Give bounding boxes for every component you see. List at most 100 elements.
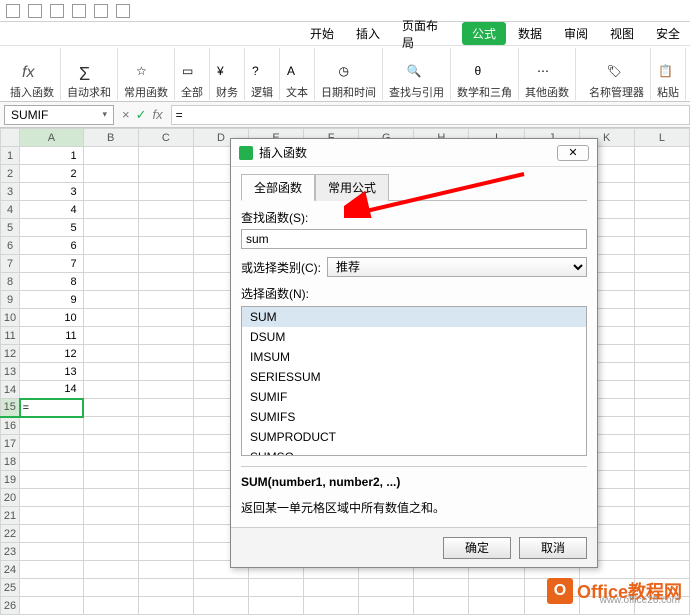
cell[interactable]: [83, 363, 138, 381]
cell[interactable]: 1: [20, 147, 84, 165]
row-header[interactable]: 16: [1, 417, 20, 435]
cell[interactable]: [138, 507, 193, 525]
cell[interactable]: [414, 579, 469, 597]
cell[interactable]: [138, 219, 193, 237]
cell[interactable]: [83, 417, 138, 435]
cell[interactable]: 10: [20, 309, 84, 327]
cell[interactable]: [249, 597, 304, 615]
row-header[interactable]: 22: [1, 525, 20, 543]
ribbon-insert-function[interactable]: fx插入函数: [4, 48, 61, 100]
row-header[interactable]: 9: [1, 291, 20, 309]
qat-icon[interactable]: [50, 4, 64, 18]
cell[interactable]: [83, 507, 138, 525]
ribbon-datetime[interactable]: ◷日期和时间: [315, 48, 383, 100]
ok-button[interactable]: 确定: [443, 537, 511, 559]
row-header[interactable]: 14: [1, 381, 20, 399]
ribbon-all[interactable]: ▭全部: [175, 48, 210, 100]
cell[interactable]: [634, 291, 689, 309]
cell[interactable]: 11: [20, 327, 84, 345]
cell[interactable]: [634, 255, 689, 273]
cell[interactable]: [138, 345, 193, 363]
ribbon-autosum[interactable]: Σ自动求和: [61, 48, 118, 100]
row-header[interactable]: 15: [1, 399, 20, 417]
cell[interactable]: 5: [20, 219, 84, 237]
cell[interactable]: [83, 309, 138, 327]
cell[interactable]: [304, 579, 359, 597]
menu-data[interactable]: 数据: [508, 22, 552, 45]
row-header[interactable]: 19: [1, 471, 20, 489]
cell[interactable]: [634, 453, 689, 471]
cell[interactable]: [138, 147, 193, 165]
cell[interactable]: [634, 219, 689, 237]
cell[interactable]: [634, 345, 689, 363]
menu-insert[interactable]: 插入: [346, 22, 390, 45]
row-header[interactable]: 21: [1, 507, 20, 525]
cell[interactable]: [20, 561, 84, 579]
cell[interactable]: [634, 237, 689, 255]
cell[interactable]: [634, 363, 689, 381]
cell[interactable]: [138, 291, 193, 309]
cell[interactable]: =: [20, 399, 84, 417]
ribbon-other[interactable]: ⋯其他函数: [519, 48, 576, 100]
close-button[interactable]: ✕: [557, 145, 589, 161]
column-header[interactable]: B: [83, 129, 138, 147]
cell[interactable]: [83, 201, 138, 219]
function-list-item[interactable]: SERIESSUM: [242, 367, 586, 387]
cell[interactable]: [138, 399, 193, 417]
cell[interactable]: 9: [20, 291, 84, 309]
ribbon-financial[interactable]: ¥财务: [210, 48, 245, 100]
row-header[interactable]: 20: [1, 489, 20, 507]
cell[interactable]: [83, 579, 138, 597]
cell[interactable]: [83, 183, 138, 201]
ribbon-text[interactable]: A文本: [280, 48, 315, 100]
cell[interactable]: 14: [20, 381, 84, 399]
cell[interactable]: [469, 597, 524, 615]
cell[interactable]: [138, 489, 193, 507]
cell[interactable]: [83, 525, 138, 543]
function-list-item[interactable]: SUM: [242, 307, 586, 327]
cell[interactable]: 8: [20, 273, 84, 291]
cell[interactable]: [83, 381, 138, 399]
cell[interactable]: 12: [20, 345, 84, 363]
ribbon-lookup[interactable]: 🔍查找与引用: [383, 48, 451, 100]
ribbon-name-manager[interactable]: 🏷名称管理器: [583, 48, 651, 100]
function-list-item[interactable]: SUMIF: [242, 387, 586, 407]
accept-icon[interactable]: ✓: [136, 107, 147, 123]
cell[interactable]: [193, 597, 248, 615]
qat-icon[interactable]: [116, 4, 130, 18]
row-header[interactable]: 24: [1, 561, 20, 579]
cell[interactable]: 3: [20, 183, 84, 201]
cell[interactable]: [20, 453, 84, 471]
row-header[interactable]: 18: [1, 453, 20, 471]
fx-icon[interactable]: fx: [153, 107, 163, 123]
chevron-down-icon[interactable]: ▾: [102, 109, 107, 120]
row-header[interactable]: 6: [1, 237, 20, 255]
cell[interactable]: [634, 201, 689, 219]
ribbon-math[interactable]: θ数学和三角: [451, 48, 519, 100]
cell[interactable]: [193, 579, 248, 597]
qat-icon[interactable]: [6, 4, 20, 18]
cell[interactable]: [138, 525, 193, 543]
cell[interactable]: [83, 327, 138, 345]
cell[interactable]: [83, 255, 138, 273]
menu-security[interactable]: 安全: [646, 22, 690, 45]
cell[interactable]: [138, 579, 193, 597]
row-header[interactable]: 12: [1, 345, 20, 363]
cell[interactable]: [249, 579, 304, 597]
function-list-item[interactable]: SUMIFS: [242, 407, 586, 427]
cell[interactable]: [634, 273, 689, 291]
cell[interactable]: [634, 183, 689, 201]
row-header[interactable]: 17: [1, 435, 20, 453]
row-header[interactable]: 26: [1, 597, 20, 615]
cell[interactable]: [304, 597, 359, 615]
cell[interactable]: 13: [20, 363, 84, 381]
cell[interactable]: [138, 309, 193, 327]
cell[interactable]: [138, 327, 193, 345]
cell[interactable]: [138, 543, 193, 561]
cell[interactable]: [634, 543, 689, 561]
cell[interactable]: [83, 543, 138, 561]
cell[interactable]: [83, 453, 138, 471]
cancel-icon[interactable]: ×: [122, 107, 130, 123]
cell[interactable]: [20, 435, 84, 453]
cell[interactable]: [414, 597, 469, 615]
